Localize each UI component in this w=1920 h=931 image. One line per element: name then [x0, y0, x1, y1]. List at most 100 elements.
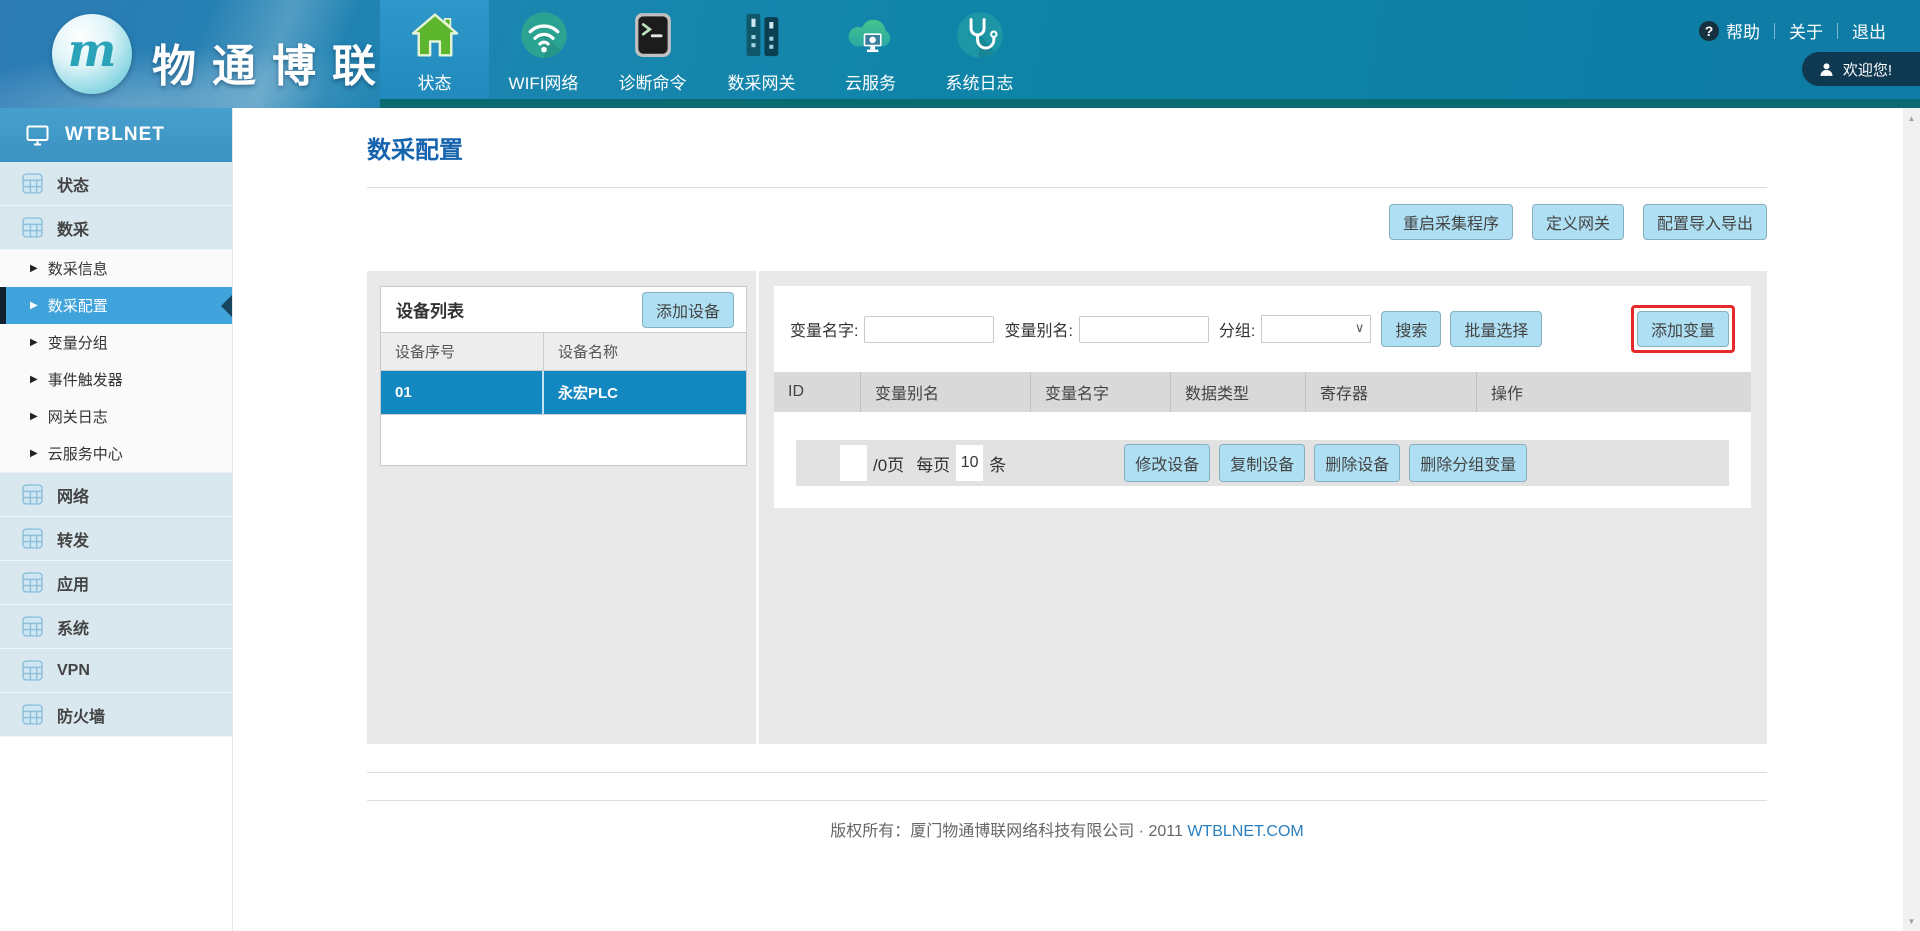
- top-navigation: 状态 WIFI网络 诊断命令: [380, 0, 1034, 108]
- triangle-bullet-icon: ▶: [30, 301, 38, 311]
- terminal-icon: [627, 9, 679, 61]
- grid-icon: [22, 528, 43, 549]
- sidebar-item-status[interactable]: 状态: [0, 162, 232, 206]
- wtblnet-link[interactable]: WTBLNET.COM: [1187, 823, 1303, 840]
- nav-tab-gateway[interactable]: 数采网关: [707, 0, 816, 108]
- batch-select-button[interactable]: 批量选择: [1450, 311, 1542, 347]
- column-header-alias: 变量别名: [861, 372, 1031, 412]
- sidebar-item-firewall[interactable]: 防火墙: [0, 693, 232, 737]
- grid-icon: [22, 217, 43, 238]
- group-select[interactable]: ∨: [1261, 315, 1371, 343]
- sidebar-subitem-event-trigger[interactable]: ▶ 事件触发器: [0, 361, 232, 398]
- scroll-down-arrow-icon[interactable]: ▼: [1903, 913, 1920, 929]
- variable-filter-bar: 变量名字: 变量别名: 分组: ∨ 搜索 批量选择 添加变量: [774, 286, 1751, 372]
- browser-scrollbar[interactable]: ▲ ▼: [1903, 108, 1920, 931]
- sidebar-item-daq[interactable]: 数采: [0, 206, 232, 250]
- page-count-text: /0页: [873, 451, 904, 476]
- column-header-id: ID: [774, 372, 861, 412]
- device-row-selected[interactable]: 01 永宏PLC: [381, 371, 746, 415]
- triangle-bullet-icon: ▶: [30, 449, 38, 459]
- variable-alias-input[interactable]: [1079, 316, 1209, 343]
- device-list-header: 设备列表 添加设备: [381, 287, 746, 333]
- nav-tab-status[interactable]: 状态: [380, 0, 489, 108]
- welcome-badge[interactable]: 欢迎您!: [1802, 52, 1920, 86]
- nav-tab-label: 状态: [418, 69, 452, 94]
- grid-icon: [22, 704, 43, 725]
- sidebar-item-label: 网络: [57, 483, 89, 507]
- restart-collector-button[interactable]: 重启采集程序: [1389, 204, 1513, 240]
- modify-device-button[interactable]: 修改设备: [1124, 444, 1210, 482]
- device-table-header: 设备序号 设备名称: [381, 333, 746, 371]
- column-header-register: 寄存器: [1306, 372, 1477, 412]
- title-divider: [367, 187, 1767, 188]
- sidebar-brand-label: WTBLNET: [65, 124, 165, 146]
- grid-icon: [22, 484, 43, 505]
- nav-tab-label: 云服务: [845, 69, 896, 94]
- device-name-cell: 永宏PLC: [544, 371, 746, 414]
- brand-logo-text: 物通博联: [152, 30, 392, 94]
- sidebar-submenu-daq: ▶ 数采信息 ▶ 数采配置 ▶ 变量分组 ▶ 事件触发器 ▶ 网关日志 ▶ 云服…: [0, 250, 232, 473]
- footer: 版权所有：厦门物通博联网络科技有限公司 · 2011 WTBLNET.COM: [367, 817, 1767, 841]
- per-page-label: 每页: [916, 451, 950, 476]
- link-divider: [1837, 23, 1838, 39]
- brand-logo-icon: m: [52, 14, 132, 94]
- logout-link[interactable]: 退出: [1852, 18, 1886, 43]
- sidebar-item-network[interactable]: 网络: [0, 473, 232, 517]
- column-header-datatype: 数据类型: [1171, 372, 1306, 412]
- sidebar-item-label: VPN: [57, 662, 90, 680]
- variable-name-input[interactable]: [864, 316, 994, 343]
- triangle-bullet-icon: ▶: [30, 338, 38, 348]
- device-serial-cell: 01: [381, 371, 544, 414]
- sidebar-subitem-daq-config[interactable]: ▶ 数采配置: [0, 287, 232, 324]
- sidebar-item-label: 系统: [57, 615, 89, 639]
- nav-tab-wifi[interactable]: WIFI网络: [489, 0, 598, 108]
- device-action-buttons: 修改设备 复制设备 删除设备 删除分组变量: [1124, 444, 1527, 482]
- device-list-title: 设备列表: [396, 297, 464, 322]
- about-link[interactable]: 关于: [1789, 18, 1823, 43]
- variable-alias-label: 变量别名:: [1004, 317, 1072, 341]
- link-divider: [1774, 23, 1775, 39]
- sidebar-item-label: 转发: [57, 527, 89, 551]
- sidebar-item-vpn[interactable]: VPN: [0, 649, 232, 693]
- nav-tab-diagnostics[interactable]: 诊断命令: [598, 0, 707, 108]
- nav-tab-syslog[interactable]: 系统日志: [925, 0, 1034, 108]
- delete-group-variables-button[interactable]: 删除分组变量: [1409, 444, 1527, 482]
- column-header-actions: 操作: [1477, 372, 1751, 412]
- per-page-input[interactable]: [956, 445, 983, 481]
- device-serial-column-header: 设备序号: [381, 333, 544, 370]
- add-device-button[interactable]: 添加设备: [642, 292, 734, 328]
- stethoscope-icon: [954, 9, 1006, 61]
- search-button[interactable]: 搜索: [1381, 311, 1441, 347]
- variables-card: 变量名字: 变量别名: 分组: ∨ 搜索 批量选择 添加变量 ID: [774, 286, 1751, 508]
- chevron-down-icon: ∨: [1355, 320, 1365, 336]
- triangle-bullet-icon: ▶: [30, 412, 38, 422]
- sidebar-subitem-variable-groups[interactable]: ▶ 变量分组: [0, 324, 232, 361]
- variable-name-label: 变量名字:: [790, 317, 858, 341]
- define-gateway-button[interactable]: 定义网关: [1532, 204, 1624, 240]
- column-header-name: 变量名字: [1031, 372, 1171, 412]
- page-title: 数采配置: [367, 130, 1767, 165]
- panel-divider: [756, 271, 759, 744]
- unit-label: 条: [989, 451, 1006, 476]
- page-number-input[interactable]: [840, 445, 867, 481]
- copy-device-button[interactable]: 复制设备: [1219, 444, 1305, 482]
- footer-divider-bottom: [367, 800, 1767, 801]
- sidebar-item-label: 状态: [57, 172, 89, 196]
- sidebar-item-system[interactable]: 系统: [0, 605, 232, 649]
- daq-config-panel: 设备列表 添加设备 设备序号 设备名称 01 永宏PLC 变量名字:: [367, 271, 1767, 744]
- nav-tab-cloud[interactable]: 云服务: [816, 0, 925, 108]
- sidebar-item-application[interactable]: 应用: [0, 561, 232, 605]
- config-import-export-button[interactable]: 配置导入导出: [1643, 204, 1767, 240]
- sidebar-subitem-daq-info[interactable]: ▶ 数采信息: [0, 250, 232, 287]
- scroll-up-arrow-icon[interactable]: ▲: [1903, 110, 1920, 126]
- help-link[interactable]: 帮助: [1726, 18, 1760, 43]
- add-variable-button[interactable]: 添加变量: [1637, 311, 1729, 347]
- triangle-bullet-icon: ▶: [30, 375, 38, 385]
- nav-tab-label: 系统日志: [946, 69, 1014, 94]
- triangle-bullet-icon: ▶: [30, 264, 38, 274]
- sidebar-item-forwarding[interactable]: 转发: [0, 517, 232, 561]
- delete-device-button[interactable]: 删除设备: [1314, 444, 1400, 482]
- sidebar-subitem-gateway-log[interactable]: ▶ 网关日志: [0, 398, 232, 435]
- grid-icon: [22, 660, 43, 681]
- sidebar-subitem-cloud-center[interactable]: ▶ 云服务中心: [0, 435, 232, 472]
